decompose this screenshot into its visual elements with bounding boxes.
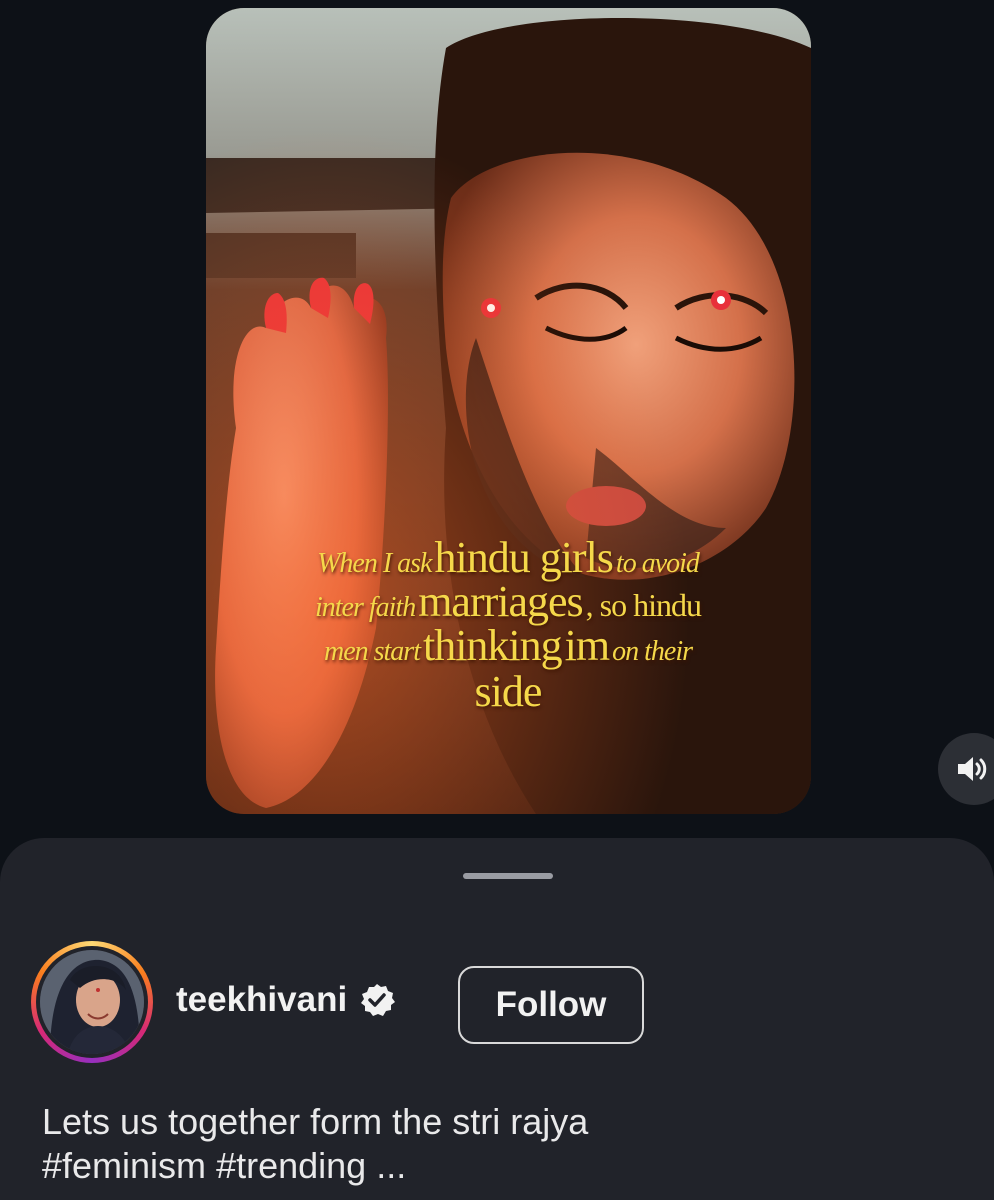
avatar-image: [40, 950, 144, 1054]
overlay-text-segment: im: [564, 621, 610, 670]
reel-video[interactable]: When I ask hindu girls to avoid inter fa…: [206, 8, 811, 814]
username[interactable]: teekhivani: [176, 980, 347, 1020]
follow-button[interactable]: Follow: [458, 966, 644, 1044]
overlay-text-segment: side: [474, 667, 543, 716]
overlay-text-segment: on their: [612, 636, 693, 667]
speaker-volume-icon: [958, 757, 987, 781]
overlay-text-segment: When I ask: [317, 548, 432, 579]
sheet-drag-handle[interactable]: [463, 873, 553, 879]
mute-toggle-button[interactable]: [938, 733, 994, 805]
post-caption: Lets us together form the stri rajya #fe…: [42, 1100, 588, 1188]
hashtag-link[interactable]: #feminism: [42, 1145, 206, 1186]
overlay-text-segment: men start: [323, 636, 421, 667]
overlay-text-segment: inter faith: [314, 592, 416, 623]
overlay-text-segment: hindu girls: [434, 533, 613, 582]
avatar-ring-gap: [36, 946, 148, 1058]
overlay-text-segment: marriages: [418, 577, 583, 626]
video-overlay-caption: When I ask hindu girls to avoid inter fa…: [268, 536, 748, 714]
story-ring[interactable]: [31, 941, 153, 1063]
comments-bottom-sheet: teekhivani Follow Lets us together form …: [0, 838, 994, 1200]
caption-hashtags-line: #feminism #trending ...: [42, 1144, 588, 1188]
overlay-text-segment: to avoid: [615, 548, 700, 579]
overlay-text-segment: , so hindu: [585, 587, 702, 623]
avatar[interactable]: [40, 950, 144, 1054]
caption-more-button[interactable]: ...: [376, 1145, 406, 1186]
overlay-text-segment: thinking: [422, 621, 563, 670]
reel-screen: When I ask hindu girls to avoid inter fa…: [0, 0, 994, 1200]
caption-text: Lets us together form the stri rajya: [42, 1101, 589, 1142]
hashtag-link[interactable]: #trending: [216, 1145, 366, 1186]
verified-badge-icon: [361, 984, 396, 1016]
author-row: teekhivani: [176, 980, 396, 1020]
